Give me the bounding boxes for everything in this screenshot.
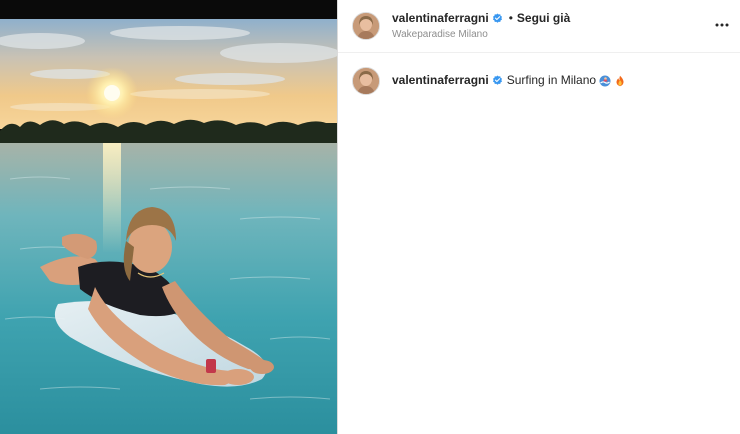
post-header: valentinaferragni • Segui già Wakeparadi… [338,0,740,53]
instagram-post: valentinaferragni • Segui già Wakeparadi… [0,0,740,434]
location-link[interactable]: Wakeparadise Milano [392,29,570,41]
post-photo[interactable] [0,19,337,434]
separator-dot: • [508,11,513,25]
caption-body: Surfing in Milano [506,73,597,87]
avatar-image [353,13,379,39]
caption-text: valentinaferragni Surfing in Milano [392,73,626,88]
header-text: valentinaferragni • Segui già Wakeparadi… [392,11,570,41]
caption-avatar[interactable] [352,67,380,95]
surfer-emoji-icon [599,75,611,86]
post-sidebar: valentinaferragni • Segui già Wakeparadi… [337,0,740,434]
more-options-button[interactable] [714,17,730,33]
more-horizontal-icon [715,23,729,27]
avatar[interactable] [352,12,380,40]
header-line: valentinaferragni • Segui già [392,11,570,26]
username-link[interactable]: valentinaferragni [392,11,489,26]
caption-username-link[interactable]: valentinaferragni [392,73,489,88]
verified-badge-icon [492,13,502,23]
avatar-image [353,68,379,94]
follow-button[interactable]: Segui già [517,11,570,26]
media-top-strip [0,0,337,19]
fire-emoji-icon [616,75,624,86]
post-media[interactable] [0,0,337,434]
caption: valentinaferragni Surfing in Milano [338,53,740,95]
verified-badge-icon [492,75,502,85]
